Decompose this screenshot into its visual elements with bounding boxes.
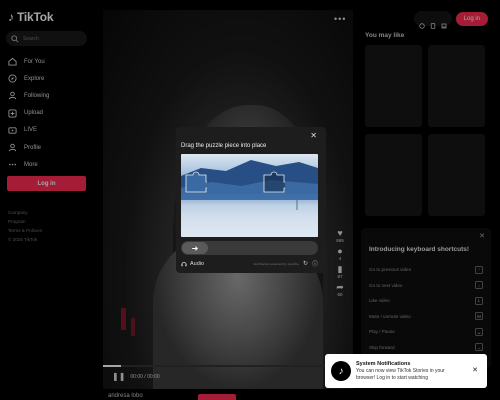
notification-toast: ♪ System Notifications You can now view … xyxy=(325,354,487,388)
puzzle-slot xyxy=(263,171,285,193)
toast-title: System Notifications xyxy=(356,361,411,368)
refresh-icon[interactable]: ↻ xyxy=(303,260,308,267)
help-icon[interactable]: ⓘ xyxy=(312,259,318,268)
tiktok-app-icon: ♪ xyxy=(331,361,351,381)
audio-button[interactable]: Audio xyxy=(181,261,204,267)
toast-body: You can now view TikTok Stories in your … xyxy=(356,368,445,381)
slider-handle[interactable]: ➜ xyxy=(182,242,208,254)
captcha-slider-track[interactable]: ➜ xyxy=(181,241,318,255)
close-icon[interactable]: ✕ xyxy=(472,366,478,374)
captcha-credit: Verification powered by captcha xyxy=(253,261,299,266)
captcha-footer: Audio Verification powered by captcha ↻ … xyxy=(181,259,318,268)
arrow-right-icon: ➜ xyxy=(191,243,199,253)
mountain-scene xyxy=(181,160,318,237)
puzzle-image xyxy=(181,154,318,237)
audio-label: Audio xyxy=(190,260,205,267)
captcha-modal: ✕ Drag the puzzle piece into place ➜ Aud… xyxy=(176,127,326,273)
puzzle-piece[interactable] xyxy=(185,171,207,193)
captcha-title: Drag the puzzle piece into place xyxy=(181,143,267,149)
close-icon[interactable]: ✕ xyxy=(310,131,317,140)
headphones-icon xyxy=(181,261,187,266)
